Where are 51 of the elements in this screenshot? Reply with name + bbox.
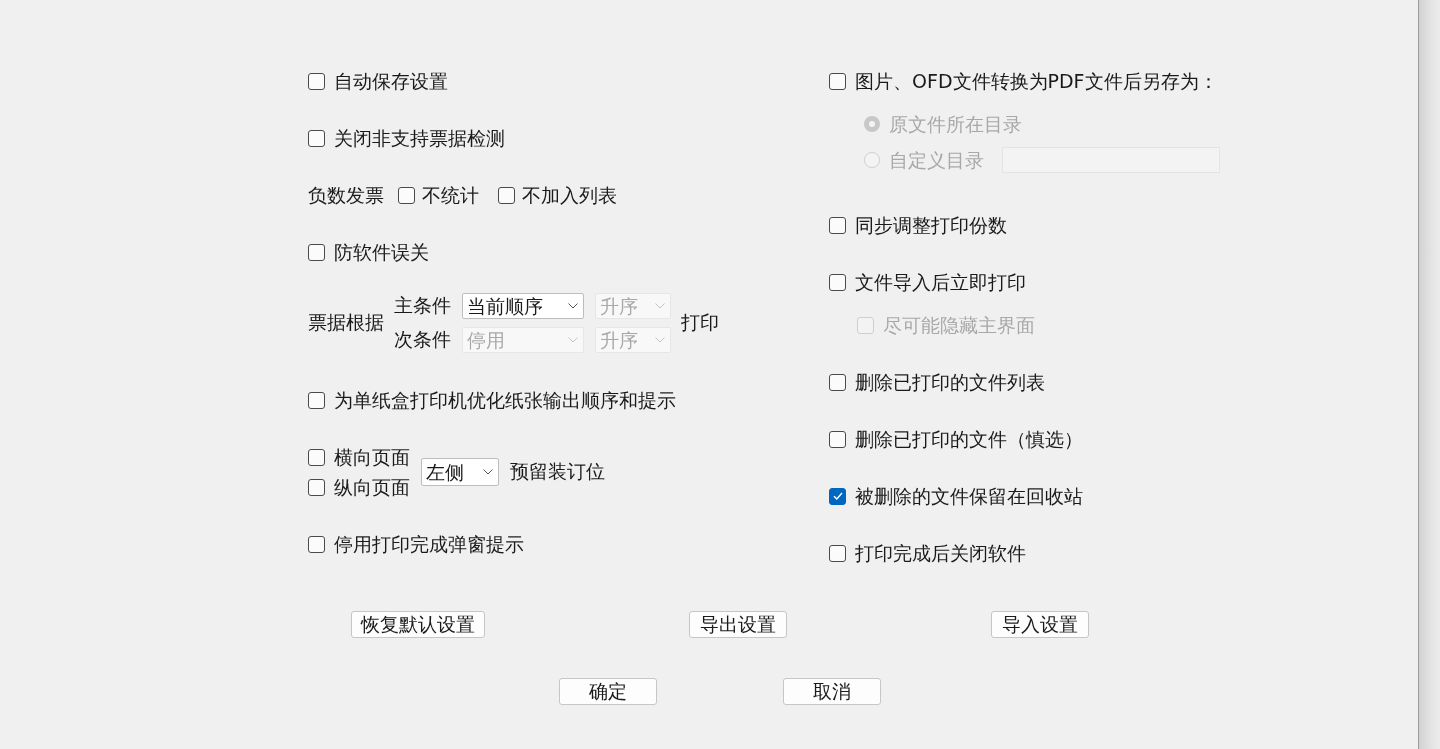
checkbox[interactable] [308,129,325,147]
checkbox[interactable] [398,186,415,204]
action-button[interactable]: 导出设置 [689,611,787,638]
checkbox-label[interactable]: 自动保存设置 [334,69,448,93]
checkbox-label[interactable]: 横向页面 [334,445,410,469]
checkmark-icon [832,492,843,500]
sort-label: 票据根据 [308,310,384,335]
checkbox[interactable] [308,391,325,409]
checkbox-label[interactable]: 不统计 [422,183,479,207]
suffix-label: 打印 [681,310,719,335]
checkbox-label[interactable]: 停用打印完成弹窗提示 [334,532,524,556]
checkbox-label[interactable]: 被删除的文件保留在回收站 [855,484,1083,508]
chevron-down-icon [568,337,578,343]
condition-label: 次条件 [394,327,451,352]
checkbox[interactable] [829,72,846,90]
checkbox[interactable] [498,186,515,204]
checkbox[interactable] [829,544,846,562]
chevron-down-icon [483,469,493,475]
action-button[interactable]: 恢复默认设置 [351,611,485,638]
checkbox-label[interactable]: 删除已打印的文件（慎选） [855,427,1083,451]
checkbox[interactable] [308,448,325,466]
condition-label: 主条件 [394,293,451,318]
checkbox[interactable] [829,430,846,448]
checkbox[interactable] [308,72,325,90]
group-label: 负数发票 [308,183,384,207]
action-button[interactable]: 导入设置 [991,611,1089,638]
chevron-down-icon [655,303,665,309]
chevron-down-icon [568,303,578,309]
dropdown[interactable]: 左侧 [421,458,499,486]
suffix-label: 预留装订位 [510,459,605,484]
checkbox-label[interactable]: 文件导入后立即打印 [855,270,1026,294]
checkbox[interactable] [308,478,325,496]
dropdown[interactable]: 当前顺序 [462,293,584,319]
checkbox-label[interactable]: 删除已打印的文件列表 [855,370,1045,394]
checkbox-label[interactable]: 打印完成后关闭软件 [855,541,1026,565]
checkbox[interactable] [829,373,846,391]
checkbox[interactable] [829,487,846,505]
checkbox-label[interactable]: 防软件误关 [334,240,429,264]
dialog-button[interactable]: 确定 [559,678,657,705]
checkbox-label[interactable]: 不加入列表 [522,183,617,207]
checkbox-label[interactable]: 纵向页面 [334,475,410,499]
checkbox-label[interactable]: 为单纸盒打印机优化纸张输出顺序和提示 [334,388,676,412]
checkbox[interactable] [829,216,846,234]
checkbox[interactable] [308,243,325,261]
checkbox-label[interactable]: 关闭非支持票据检测 [334,126,505,150]
chevron-down-icon [655,337,665,343]
checkbox-label[interactable]: 同步调整打印份数 [855,213,1007,237]
checkbox[interactable] [308,535,325,553]
checkbox-label[interactable]: 图片、OFD文件转换为PDF文件后另存为： [855,69,1218,93]
dialog-button[interactable]: 取消 [783,678,881,705]
checkbox[interactable] [829,273,846,291]
